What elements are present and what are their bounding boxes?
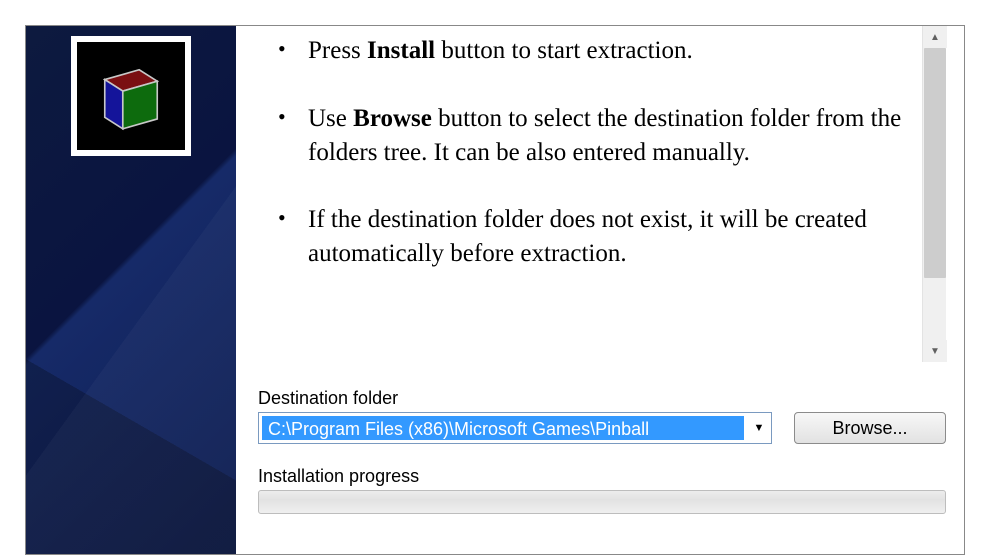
destination-label: Destination folder	[258, 388, 946, 409]
main-panel: Press Install button to start extraction…	[236, 26, 964, 554]
scroll-thumb[interactable]	[924, 48, 946, 278]
scroll-up-icon[interactable]: ▲	[923, 26, 947, 48]
instruction-item: If the destination folder does not exist…	[308, 203, 920, 271]
chevron-down-icon[interactable]: ▼	[747, 413, 771, 443]
progress-bar	[258, 490, 946, 514]
wizard-sidebar	[26, 26, 236, 554]
text: Use	[308, 105, 353, 132]
text: If the destination folder does not exist…	[308, 206, 867, 267]
destination-value[interactable]: C:\Program Files (x86)\Microsoft Games\P…	[262, 416, 744, 440]
progress-section: Installation progress	[258, 466, 946, 514]
scroll-down-icon[interactable]: ▼	[923, 340, 947, 362]
wizard-icon-frame	[71, 36, 191, 156]
package-box-icon	[77, 42, 185, 150]
destination-combo[interactable]: C:\Program Files (x86)\Microsoft Games\P…	[258, 412, 772, 444]
instructions-text: Press Install button to start extraction…	[258, 26, 946, 366]
installer-dialog: Press Install button to start extraction…	[25, 25, 965, 555]
text: Press	[308, 37, 367, 64]
instruction-item: Use Browse button to select the destinat…	[308, 102, 920, 170]
bold: Install	[367, 37, 435, 64]
progress-label: Installation progress	[258, 466, 946, 487]
bold: Browse	[353, 105, 432, 132]
instruction-item: Press Install button to start extraction…	[308, 34, 920, 68]
browse-button[interactable]: Browse...	[794, 412, 946, 444]
text: button to start extraction.	[435, 37, 693, 64]
instructions-scrollbar[interactable]: ▲ ▼	[922, 26, 946, 362]
destination-section: Destination folder C:\Program Files (x86…	[258, 388, 946, 444]
